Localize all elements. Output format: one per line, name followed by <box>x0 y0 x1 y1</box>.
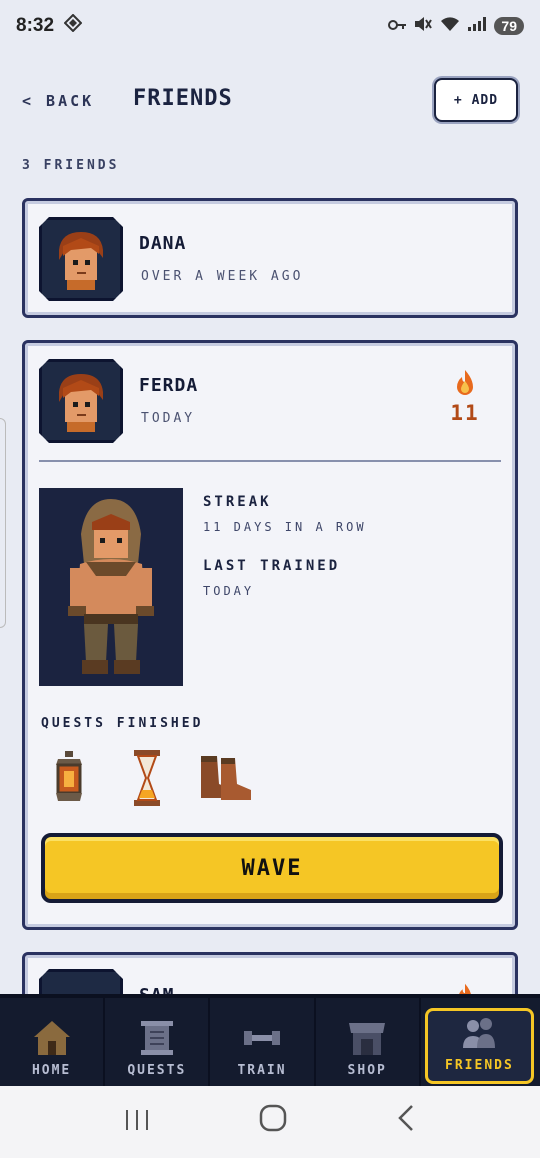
signal-icon <box>468 17 487 35</box>
wifi-icon <box>440 16 460 36</box>
bottom-nav: HOME QUESTS TRAIN SHOP FRIENDS <box>0 994 540 1086</box>
flame-icon <box>457 370 473 395</box>
friend-card[interactable]: DANA OVER A WEEK AGO <box>22 198 518 318</box>
status-bar: 8:32 79 <box>0 0 540 52</box>
quests-finished-label: QUESTS FINISHED <box>41 716 204 731</box>
avatar <box>39 359 123 443</box>
add-friend-button[interactable]: + ADD <box>434 78 518 122</box>
nav-train[interactable]: TRAIN <box>210 998 316 1086</box>
nav-home[interactable]: HOME <box>0 998 106 1086</box>
character-portrait <box>39 488 183 686</box>
quests-finished-list <box>41 748 253 808</box>
friend-last-seen: OVER A WEEK AGO <box>141 269 304 284</box>
system-nav <box>0 1086 540 1158</box>
streak-value: 11 DAYS IN A ROW <box>203 520 367 534</box>
home-icon[interactable] <box>259 1104 287 1140</box>
friend-name: DANA <box>139 233 187 254</box>
wave-button[interactable]: WAVE <box>41 833 503 903</box>
last-trained-label: LAST TRAINED <box>203 558 341 574</box>
character-face-icon <box>59 374 103 432</box>
page-title: FRIENDS <box>133 86 233 111</box>
house-icon <box>33 1021 70 1055</box>
divider <box>39 460 501 462</box>
key-icon <box>388 18 407 35</box>
hourglass-icon <box>119 748 175 808</box>
streak-count: 11 <box>450 401 480 425</box>
back-button[interactable]: < BACK <box>22 92 94 110</box>
character-face-icon <box>59 232 103 290</box>
mute-icon <box>414 16 433 36</box>
nav-friends[interactable]: FRIENDS <box>424 1008 535 1084</box>
friends-count: 3 FRIENDS <box>22 158 120 173</box>
edge-panel-handle[interactable] <box>0 418 6 628</box>
diamond-icon <box>63 13 83 38</box>
streak-badge: 11 <box>445 369 485 425</box>
boots-icon <box>197 748 253 808</box>
recents-icon[interactable] <box>124 1105 150 1140</box>
last-trained-value: TODAY <box>203 584 255 598</box>
scroll-icon <box>140 1021 173 1055</box>
header: < BACK FRIENDS + ADD <box>0 78 540 124</box>
friends-icon <box>463 1018 496 1048</box>
friend-last-seen: TODAY <box>141 411 196 426</box>
nav-quests[interactable]: QUESTS <box>105 998 211 1086</box>
streak-label: STREAK <box>203 494 272 510</box>
friend-name: FERDA <box>139 375 199 396</box>
battery-indicator: 79 <box>494 17 524 35</box>
dumbbell-icon <box>244 1031 280 1045</box>
friend-card-expanded[interactable]: FERDA TODAY 11 STREAK 11 DAYS IN A ROW L… <box>22 340 518 930</box>
nav-shop[interactable]: SHOP <box>316 998 421 1086</box>
status-time: 8:32 <box>16 15 55 36</box>
hooded-warrior-icon <box>68 499 154 674</box>
avatar <box>39 217 123 301</box>
back-icon[interactable] <box>396 1104 416 1140</box>
lantern-icon <box>41 748 97 808</box>
shop-icon <box>349 1023 386 1055</box>
